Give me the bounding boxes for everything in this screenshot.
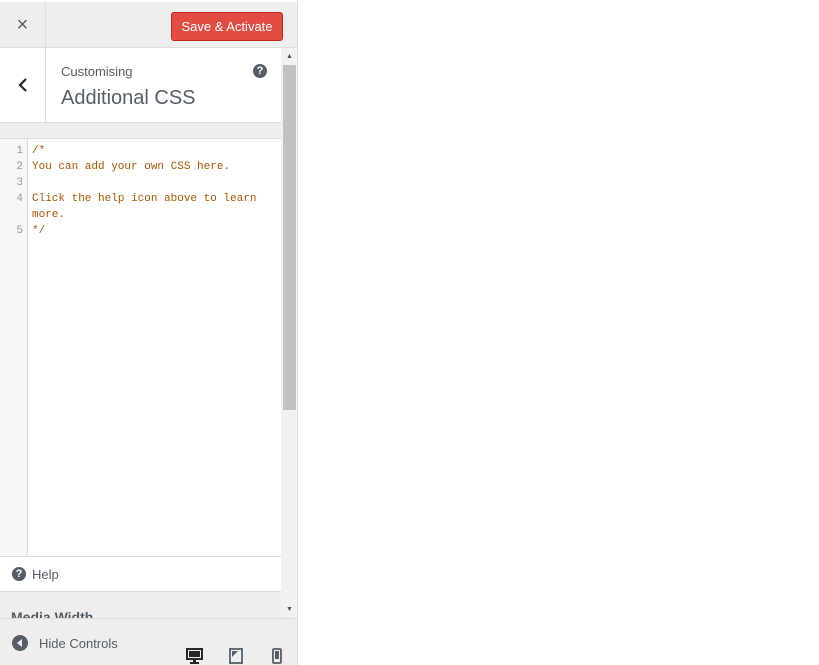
line-number: 1: [16, 145, 23, 157]
tablet-preview-button[interactable]: [227, 647, 245, 665]
desktop-icon: [185, 648, 203, 664]
save-activate-button[interactable]: Save & Activate: [171, 12, 283, 41]
help-icon[interactable]: ?: [253, 64, 267, 78]
line-number: 2: [16, 161, 23, 173]
close-button[interactable]: ×: [0, 2, 46, 48]
customizer-header: × Save & Activate: [0, 0, 297, 48]
line-number: 5: [16, 225, 23, 237]
line-number: 4: [16, 193, 23, 205]
back-button[interactable]: [0, 48, 46, 122]
mobile-preview-button[interactable]: [268, 647, 286, 665]
line-number: 3: [16, 177, 23, 189]
collapse-arrow-icon: [12, 635, 28, 651]
line-number-gutter: 1 2 3 4 5: [0, 139, 28, 556]
code-line: more.: [32, 209, 66, 221]
media-width-heading: Media Width: [11, 609, 94, 618]
customizer-footer: Hide Controls: [0, 618, 297, 665]
divider: [0, 123, 281, 138]
code-line: */: [32, 225, 46, 237]
desktop-preview-button[interactable]: [185, 647, 203, 665]
css-code-editor[interactable]: 1 2 3 4 5 /* You can add your own CSS he…: [0, 138, 281, 557]
section-header: Customising Additional CSS ?: [0, 48, 281, 123]
tablet-icon: [229, 648, 243, 664]
hide-controls-button[interactable]: Hide Controls: [12, 635, 118, 651]
code-line: Click the help icon above to learn: [32, 193, 257, 205]
code-line: /*: [32, 145, 46, 157]
help-toggle[interactable]: ? Help: [0, 557, 281, 592]
breadcrumb: Customising: [61, 64, 133, 79]
customizer-panel: Customising Additional CSS ? 1 2 3 4 5 /…: [0, 48, 281, 618]
page-title: Additional CSS: [61, 87, 196, 109]
close-icon: ×: [16, 13, 29, 36]
scrollbar-thumb[interactable]: [283, 65, 296, 410]
panel-scrollbar[interactable]: ▲ ▼: [281, 48, 297, 618]
mobile-icon: [272, 648, 282, 664]
help-icon: ?: [12, 567, 26, 581]
help-label: Help: [32, 567, 59, 582]
scroll-down-arrow-icon[interactable]: ▼: [281, 601, 297, 618]
hide-controls-label: Hide Controls: [39, 635, 118, 651]
code-line: You can add your own CSS here.: [32, 161, 231, 173]
customizer-sidebar: × Save & Activate Customising Additional…: [0, 0, 298, 665]
chevron-left-icon: [17, 78, 27, 92]
scroll-up-arrow-icon[interactable]: ▲: [281, 48, 297, 65]
